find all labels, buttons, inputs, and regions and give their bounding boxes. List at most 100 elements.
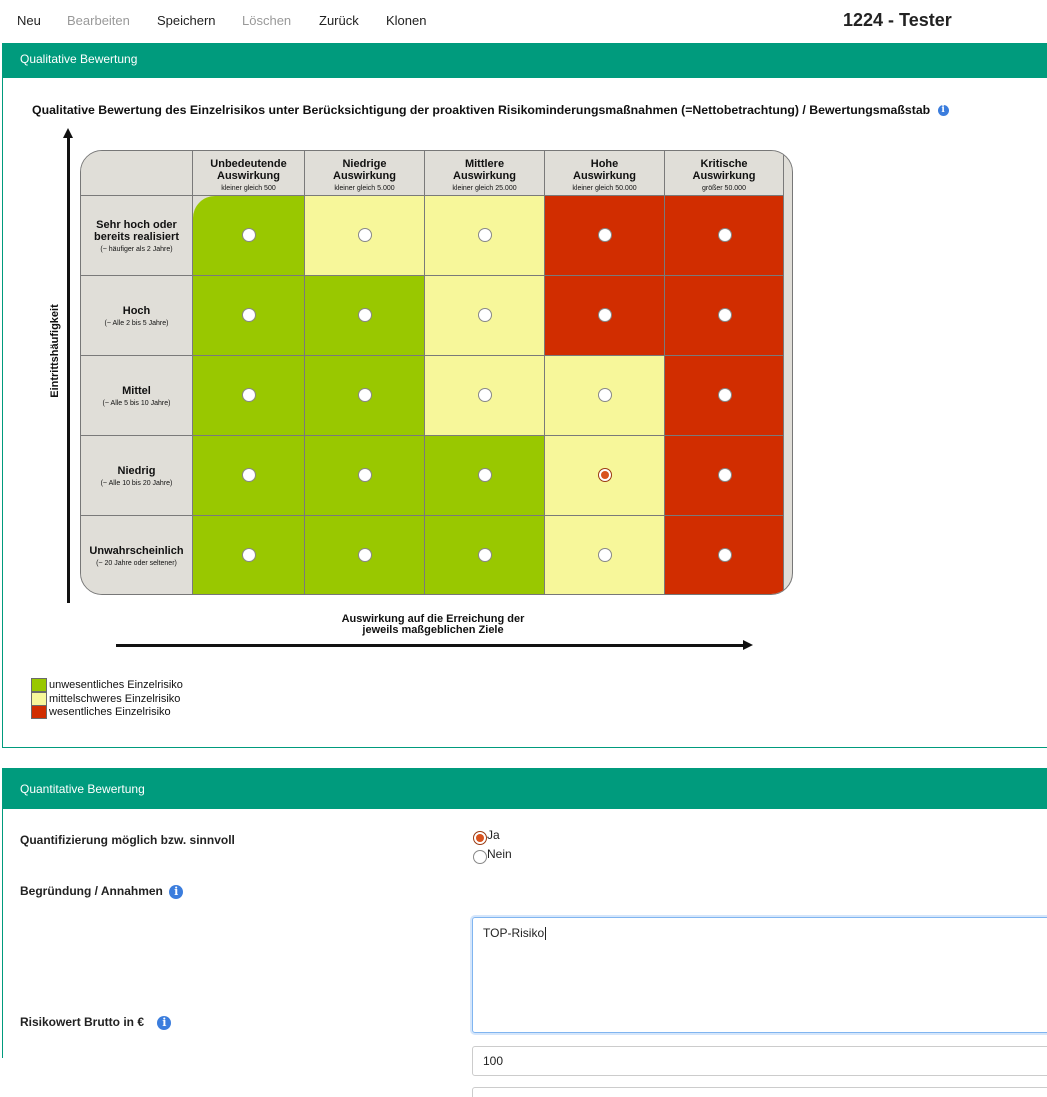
info-icon[interactable]: i [157,1015,172,1030]
option-ja-radio[interactable] [473,830,487,845]
row-header: Mittel (~ Alle 5 bis 10 Jahre) [81,356,193,436]
option-nein-label: Nein [487,847,512,861]
x-axis-line [116,644,746,647]
matrix-cell[interactable] [425,356,545,436]
reason-label: Begründung / Annahmen i [20,884,184,899]
matrix-radio[interactable] [717,548,732,562]
matrix-cell[interactable] [425,436,545,516]
matrix-cell[interactable] [305,356,425,436]
row-header: Sehr hoch oder bereits realisiert (~ häufi… [81,196,193,276]
reason-textarea[interactable]: TOP-Risiko [472,917,1047,1033]
row-header-title: Hoch [122,304,151,317]
matrix-radio[interactable] [598,308,612,322]
matrix-radio[interactable] [358,548,372,562]
matrix-cell[interactable] [193,276,305,356]
text-caret [545,927,547,941]
matrix-radio[interactable] [598,228,612,242]
back-button[interactable]: Zurück [319,13,359,28]
new-button[interactable]: Neu [17,13,41,28]
matrix-radio[interactable] [242,228,256,242]
legend-label: mittelschweres Einzelrisiko [49,692,181,705]
matrix-radio[interactable] [242,548,256,562]
option-nein-radio[interactable] [473,849,487,864]
matrix-radio[interactable] [478,468,492,482]
matrix-radio[interactable] [717,308,732,322]
matrix-radio[interactable] [242,388,256,402]
option-ja[interactable]: Ja [473,828,500,845]
qualitative-heading: Qualitative Bewertung des Einzelrisikos … [32,103,949,117]
matrix-radio[interactable] [478,308,492,322]
page-title: 1224 - Tester [843,10,952,30]
qualitative-heading-text: Qualitative Bewertung des Einzelrisikos … [32,103,931,117]
matrix-cell[interactable] [305,196,425,276]
matrix-cell[interactable] [665,356,784,436]
next-input[interactable] [472,1087,1047,1097]
column-header-title: Niedrige Auswirkung [333,158,396,182]
matrix-cell[interactable] [545,516,665,594]
matrix-cell[interactable] [665,276,784,356]
matrix-radio[interactable] [242,308,256,322]
row-header-title: Niedrig [117,464,156,477]
row-header-sub: (~ häufiger als 2 Jahre) [100,245,173,253]
matrix-radio[interactable] [478,228,492,242]
matrix-radio[interactable] [358,228,372,242]
edit-button[interactable]: Bearbeiten [67,13,130,28]
matrix-cell[interactable] [305,276,425,356]
quantification-label: Quantifizierung möglich bzw. sinnvoll [20,833,235,847]
matrix-cell[interactable] [665,516,784,594]
row-header: Niedrig (~ Alle 10 bis 20 Jahre) [81,436,193,516]
matrix-radio[interactable] [478,548,492,562]
matrix-cell[interactable] [305,436,425,516]
x-axis-label: Auswirkung auf die Erreichung der jeweil… [293,614,573,636]
column-header-sub: kleiner gleich 50.000 [572,185,637,192]
info-icon[interactable]: i [169,884,184,899]
matrix-cell[interactable] [425,196,545,276]
matrix-cell[interactable] [545,356,665,436]
matrix-radio[interactable] [358,468,372,482]
matrix-radio[interactable] [717,388,732,402]
matrix-cell[interactable] [305,516,425,594]
legend-swatch [31,678,47,692]
column-header: Kritische Auswirkung größer 50.000 [665,151,784,196]
matrix-radio[interactable] [598,548,612,562]
gross-value-input[interactable]: 100 [472,1046,1047,1076]
matrix-cell[interactable] [665,436,784,516]
matrix-radio[interactable] [478,388,492,402]
matrix-radio[interactable] [717,468,732,482]
delete-button[interactable]: Löschen [242,13,291,28]
matrix-radio[interactable] [598,388,612,402]
reason-label-text: Begründung / Annahmen [20,884,163,898]
x-axis-arrow-icon [743,640,753,650]
option-ja-label: Ja [487,828,500,842]
matrix-cell[interactable] [193,356,305,436]
column-header-title: Mittlere Auswirkung [453,158,516,182]
y-axis-line [67,136,70,603]
column-header: Mittlere Auswirkung kleiner gleich 25.000 [425,151,545,196]
y-axis-label: Eintrittshäufigkeit [49,304,61,398]
matrix-radio[interactable] [358,388,372,402]
matrix-cell[interactable] [545,196,665,276]
row-header: Unwahrscheinlich (~ 20 Jahre oder seltene… [81,516,193,594]
matrix-radio-selected[interactable] [598,468,612,482]
matrix-cell[interactable] [425,516,545,594]
matrix-cell[interactable] [425,276,545,356]
row-header-title: Mittel [122,384,151,397]
matrix-corner [81,151,193,196]
row-header-sub: (~ Alle 5 bis 10 Jahre) [102,399,171,407]
matrix-cell[interactable] [193,196,305,276]
matrix-cell[interactable] [545,436,665,516]
matrix-cell[interactable] [193,436,305,516]
clone-button[interactable]: Klonen [386,13,426,28]
save-button[interactable]: Speichern [157,13,216,28]
column-header: Unbedeutende Auswirkung kleiner gleich 500 [193,151,305,196]
column-header-title: Kritische Auswirkung [692,158,756,182]
option-nein[interactable]: Nein [473,847,512,864]
matrix-radio[interactable] [242,468,256,482]
matrix-radio[interactable] [358,308,372,322]
matrix-cell[interactable] [665,196,784,276]
info-icon[interactable]: i [937,105,949,117]
matrix-radio[interactable] [717,228,732,242]
matrix-cell[interactable] [545,276,665,356]
matrix-cell[interactable] [193,516,305,594]
qualitative-panel-title: Qualitative Bewertung [20,52,138,66]
